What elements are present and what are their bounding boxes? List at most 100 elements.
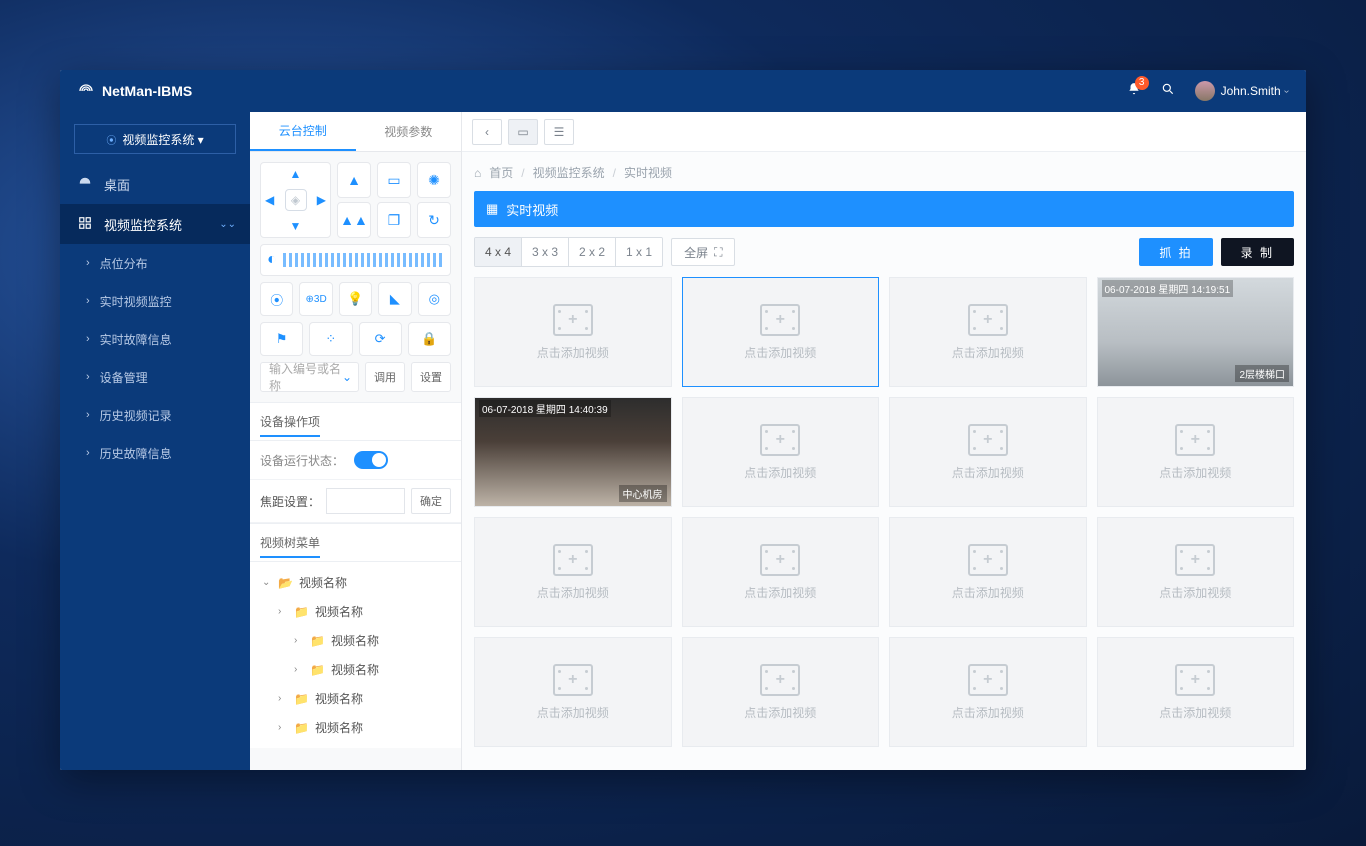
breadcrumb-home[interactable]: 首页 bbox=[489, 164, 513, 181]
grid-icon bbox=[78, 216, 92, 233]
tree-node[interactable]: ›📁视频名称 bbox=[250, 713, 461, 742]
video-slot[interactable]: +点击添加视频 bbox=[474, 637, 672, 747]
lock-button[interactable]: 🔒 bbox=[408, 322, 451, 356]
video-slot[interactable]: +点击添加视频 bbox=[682, 517, 880, 627]
tree-node[interactable]: ⌄📂视频名称 bbox=[250, 568, 461, 597]
flag-icon: ⚑ bbox=[276, 331, 288, 347]
focus-input[interactable] bbox=[326, 488, 405, 514]
record-button[interactable]: 录 制 bbox=[1221, 238, 1294, 266]
avatar bbox=[1195, 81, 1215, 101]
layout-4x4-button[interactable]: 4 x 4 bbox=[475, 238, 522, 266]
video-slot[interactable]: +点击添加视频 bbox=[474, 517, 672, 627]
zoom-out-button[interactable]: ▲▲ bbox=[337, 202, 371, 238]
layout-2x2-button[interactable]: 2 x 2 bbox=[569, 238, 616, 266]
notifications-button[interactable]: 3 bbox=[1127, 82, 1141, 101]
preset-call-button[interactable]: 调用 bbox=[365, 362, 405, 392]
gauge-icon: ◐ bbox=[267, 251, 277, 269]
video-slot[interactable]: +点击添加视频 bbox=[889, 277, 1087, 387]
tab-video-params[interactable]: 视频参数 bbox=[356, 112, 462, 151]
ptz-up[interactable]: ▲ bbox=[290, 167, 302, 181]
layout-3x3-button[interactable]: 3 x 3 bbox=[522, 238, 569, 266]
sidebar-item-desktop[interactable]: 桌面 bbox=[60, 164, 250, 204]
light-button[interactable]: 💡 bbox=[339, 282, 372, 316]
focus-button[interactable]: ⦿ bbox=[260, 282, 293, 316]
sidebar-sub-realtime[interactable]: 实时视频监控 bbox=[60, 282, 250, 320]
filter-bar: 4 x 4 3 x 3 2 x 2 1 x 1 全屏 ⛶ 抓 拍 录 制 bbox=[474, 237, 1294, 267]
video-grid: +点击添加视频 +点击添加视频 +点击添加视频 06-07-2018 星期四 1… bbox=[474, 277, 1294, 747]
aperture-icon: ✺ bbox=[428, 172, 440, 189]
video-slot[interactable]: +点击添加视频 bbox=[1097, 637, 1295, 747]
view-list-button[interactable]: ☰ bbox=[544, 119, 574, 145]
video-slot[interactable]: +点击添加视频 bbox=[682, 397, 880, 507]
focus-icon: ⦿ bbox=[270, 290, 283, 309]
video-slot[interactable]: +点击添加视频 bbox=[474, 277, 672, 387]
video-slot[interactable]: +点击添加视频 bbox=[682, 277, 880, 387]
sidebar-sub-devices[interactable]: 设备管理 bbox=[60, 358, 250, 396]
trees-icon: ▲▲ bbox=[340, 212, 368, 228]
speed-slider[interactable]: ◐ bbox=[260, 244, 451, 276]
breadcrumb-system[interactable]: 视频监控系统 bbox=[533, 164, 605, 181]
folder-open-icon: 📂 bbox=[278, 576, 293, 590]
user-menu[interactable]: John.Smith bbox=[1195, 81, 1288, 101]
iris-close-button[interactable]: ↻ bbox=[417, 202, 451, 238]
video-slot[interactable]: +点击添加视频 bbox=[1097, 517, 1295, 627]
ptz-down[interactable]: ▼ bbox=[290, 219, 302, 233]
video-feed[interactable]: 06-07-2018 星期四 14:40:39中心机房 bbox=[474, 397, 672, 507]
video-slot[interactable]: +点击添加视频 bbox=[1097, 397, 1295, 507]
chevron-down-icon: ⌄⌄ bbox=[219, 219, 236, 230]
layout-1x1-button[interactable]: 1 x 1 bbox=[616, 238, 662, 266]
back-button[interactable]: ‹ bbox=[472, 119, 502, 145]
breadcrumb: ⌂ 首页 / 视频监控系统 / 实时视频 bbox=[474, 164, 1294, 181]
home-icon[interactable]: ⌂ bbox=[474, 166, 481, 180]
system-selector[interactable]: 视频监控系统 ▾ bbox=[74, 124, 236, 154]
sidebar-sub-history-video[interactable]: 历史视频记录 bbox=[60, 396, 250, 434]
preset-set-button[interactable]: 设置 bbox=[411, 362, 451, 392]
fullscreen-button[interactable]: 全屏 ⛶ bbox=[671, 238, 735, 266]
device-state-toggle[interactable] bbox=[354, 451, 388, 469]
chevron-down-icon: ⌄ bbox=[262, 577, 272, 588]
window-icon: ▭ bbox=[387, 172, 400, 189]
tab-ptz-control[interactable]: 云台控制 bbox=[250, 112, 356, 151]
sidebar-item-video-system[interactable]: 视频监控系统 ⌄⌄ bbox=[60, 204, 250, 244]
chevron-right-icon: › bbox=[278, 722, 288, 733]
patrol-button[interactable]: ⁘ bbox=[309, 322, 352, 356]
tree-node[interactable]: ›📁视频名称 bbox=[250, 655, 461, 684]
ptz-home[interactable]: ◈ bbox=[285, 189, 307, 211]
ptz-left[interactable]: ◀ bbox=[265, 193, 274, 207]
windows-icon: ❐ bbox=[388, 212, 401, 229]
zoom-in-button[interactable]: ▲ bbox=[337, 162, 371, 198]
sidebar-sub-faults[interactable]: 实时故障信息 bbox=[60, 320, 250, 358]
wiper-button[interactable]: ◣ bbox=[378, 282, 411, 316]
flag-button[interactable]: ⚑ bbox=[260, 322, 303, 356]
app-window: NetMan-IBMS 3 John.Smith 视频监控系统 ▾ bbox=[60, 70, 1306, 770]
folder-icon: 📁 bbox=[310, 634, 325, 648]
sidebar-sub-history-faults[interactable]: 历史故障信息 bbox=[60, 434, 250, 472]
page-title-bar: ▦ 实时视频 bbox=[474, 191, 1294, 227]
screen-single-button[interactable]: ▭ bbox=[377, 162, 411, 198]
video-feed[interactable]: 06-07-2018 星期四 14:19:512层楼梯口 bbox=[1097, 277, 1295, 387]
page-title: 实时视频 bbox=[506, 200, 558, 219]
slider-track bbox=[283, 253, 444, 267]
refresh-button[interactable]: ⟳ bbox=[359, 322, 402, 356]
sidebar-sub-points[interactable]: 点位分布 bbox=[60, 244, 250, 282]
target-button[interactable]: ◎ bbox=[418, 282, 451, 316]
target-icon: ◎ bbox=[429, 291, 440, 307]
capture-button[interactable]: 抓 拍 bbox=[1139, 238, 1212, 266]
search-button[interactable] bbox=[1161, 82, 1175, 101]
focus-confirm-button[interactable]: 确定 bbox=[411, 488, 451, 514]
tree-node[interactable]: ›📁视频名称 bbox=[250, 626, 461, 655]
iris-open-button[interactable]: ✺ bbox=[417, 162, 451, 198]
tree-node[interactable]: ›📁视频名称 bbox=[250, 597, 461, 626]
ptz-right[interactable]: ▶ bbox=[317, 193, 326, 207]
sidebar: 视频监控系统 ▾ 桌面 视频监控系统 ⌄⌄ 点位分布 实时视频监控 实时故障信息… bbox=[60, 112, 250, 770]
preset-select[interactable]: 输入编号或名称 bbox=[260, 362, 359, 392]
screen-multi-button[interactable]: ❐ bbox=[377, 202, 411, 238]
zoom-3d-button[interactable]: ⊕3D bbox=[299, 282, 332, 316]
video-slot[interactable]: +点击添加视频 bbox=[889, 637, 1087, 747]
video-slot[interactable]: +点击添加视频 bbox=[889, 397, 1087, 507]
video-slot[interactable]: +点击添加视频 bbox=[682, 637, 880, 747]
view-thumb-button[interactable]: ▭ bbox=[508, 119, 538, 145]
ptz-dpad: ▲ ▼ ◀ ▶ ◈ bbox=[260, 162, 331, 238]
tree-node[interactable]: ›📁视频名称 bbox=[250, 684, 461, 713]
video-slot[interactable]: +点击添加视频 bbox=[889, 517, 1087, 627]
